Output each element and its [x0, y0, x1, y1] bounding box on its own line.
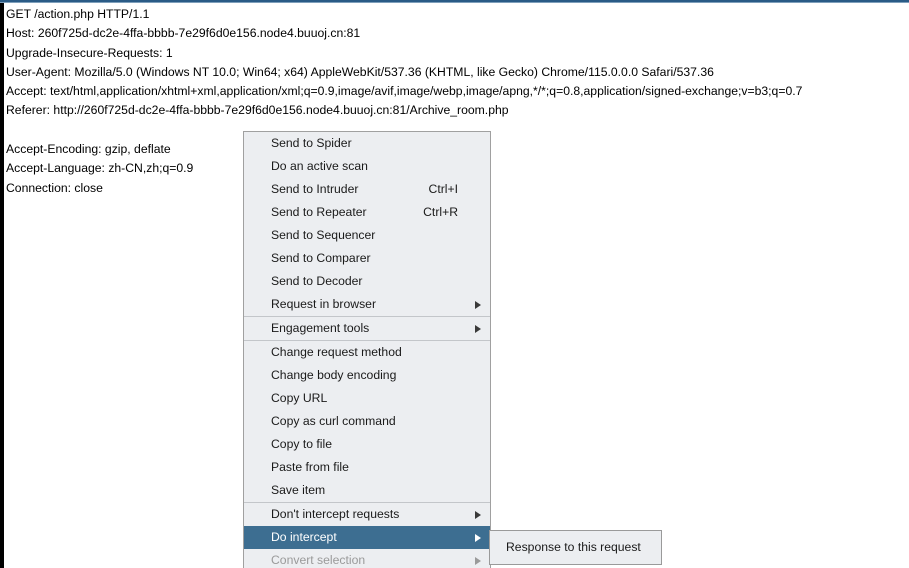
menu-item-send-to-comparer[interactable]: Send to Comparer [244, 247, 490, 270]
menu-item-label: Do an active scan [271, 159, 368, 173]
menu-item-label: Send to Intruder [271, 182, 359, 196]
menu-item-shortcut: Ctrl+I [428, 182, 458, 196]
menu-item-shortcut: Ctrl+R [423, 205, 458, 219]
left-margin-gutter [0, 3, 4, 568]
menu-item-label: Copy as curl command [271, 414, 396, 428]
menu-item-label: Send to Sequencer [271, 228, 376, 242]
menu-item-engagement-tools[interactable]: Engagement tools [244, 317, 490, 340]
menu-item-label: Convert selection [271, 553, 366, 567]
menu-item-send-to-decoder[interactable]: Send to Decoder [244, 270, 490, 293]
menu-item-label: Don't intercept requests [271, 507, 400, 521]
menu-item-label: Copy URL [271, 391, 328, 405]
menu-item-send-to-repeater[interactable]: Send to Repeater Ctrl+R [244, 201, 490, 224]
submenu-arrow-icon [475, 510, 481, 519]
menu-item-label: Engagement tools [271, 321, 370, 335]
menu-item-label: Send to Spider [271, 136, 352, 150]
menu-item-paste-from-file[interactable]: Paste from file [244, 456, 490, 479]
menu-item-label: Send to Decoder [271, 274, 363, 288]
request-header-line: Accept: text/html,application/xhtml+xml,… [6, 84, 803, 99]
menu-item-change-request-method[interactable]: Change request method [244, 341, 490, 364]
menu-item-send-to-sequencer[interactable]: Send to Sequencer [244, 224, 490, 247]
menu-item-request-in-browser[interactable]: Request in browser [244, 293, 490, 316]
menu-item-copy-as-curl-command[interactable]: Copy as curl command [244, 410, 490, 433]
menu-item-copy-url[interactable]: Copy URL [244, 387, 490, 410]
window-top-accent-bar-2 [0, 2, 909, 3]
burp-request-window: GET /action.php HTTP/1.1 Host: 260f725d-d… [0, 0, 909, 568]
menu-item-do-intercept[interactable]: Do intercept [244, 526, 490, 549]
do-intercept-submenu[interactable]: Response to this request [489, 530, 662, 565]
request-header-line: User-Agent: Mozilla/5.0 (Windows NT 10.0… [6, 64, 714, 79]
menu-item-label: Send to Repeater [271, 205, 367, 219]
submenu-arrow-icon [475, 533, 481, 542]
menu-item-label: Paste from file [271, 460, 349, 474]
menu-item-do-an-active-scan[interactable]: Do an active scan [244, 155, 490, 178]
submenu-arrow-icon [475, 300, 481, 309]
menu-item-save-item[interactable]: Save item [244, 479, 490, 502]
request-header-line: GET /action.php HTTP/1.1 [6, 7, 150, 21]
menu-item-send-to-spider[interactable]: Send to Spider [244, 132, 490, 155]
menu-item-label: Copy to file [271, 437, 332, 451]
submenu-arrow-icon [475, 324, 481, 333]
menu-item-change-body-encoding[interactable]: Change body encoding [244, 364, 490, 387]
menu-item-label: Change request method [271, 345, 402, 359]
request-context-menu[interactable]: Send to Spider Do an active scan Send to I… [243, 131, 491, 568]
menu-item-label: Send to Comparer [271, 251, 371, 265]
menu-item-convert-selection: Convert selection [244, 549, 490, 568]
menu-item-label: Do intercept [271, 530, 337, 544]
menu-item-label: Change body encoding [271, 368, 397, 382]
request-header-line: Upgrade-Insecure-Requests: 1 [6, 45, 173, 60]
menu-item-copy-to-file[interactable]: Copy to file [244, 433, 490, 456]
menu-item-label: Request in browser [271, 297, 376, 311]
request-header-line: Host: 260f725d-dc2e-4ffa-bbbb-7e29f6d0e1… [6, 26, 361, 41]
menu-item-send-to-intruder[interactable]: Send to Intruder Ctrl+I [244, 178, 490, 201]
menu-item-don-t-intercept-requests[interactable]: Don't intercept requests [244, 503, 490, 526]
menu-item-response-to-this-request[interactable]: Response to this request [490, 531, 661, 564]
request-header-line: Referer: http://260f725d-dc2e-4ffa-bbbb-… [6, 103, 509, 118]
submenu-arrow-icon [475, 556, 481, 565]
menu-item-label: Response to this request [506, 540, 641, 554]
menu-item-label: Save item [271, 483, 326, 497]
